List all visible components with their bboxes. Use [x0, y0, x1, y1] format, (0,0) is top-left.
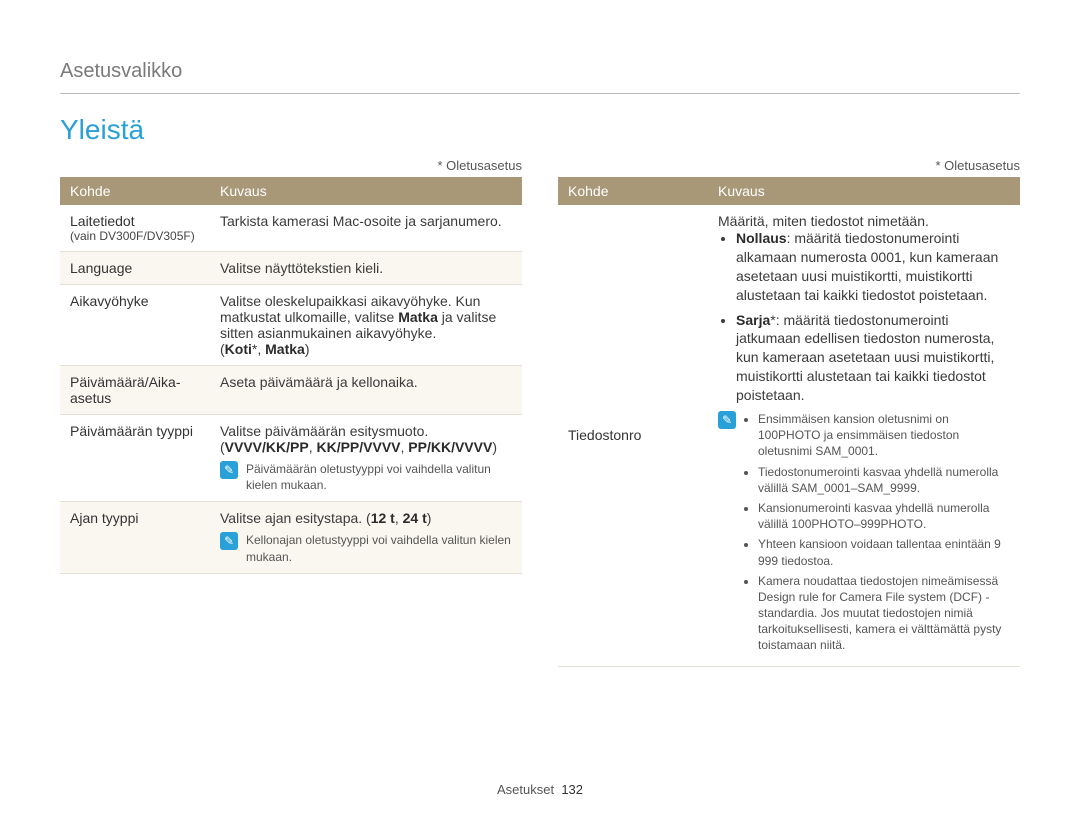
intro-text: Määritä, miten tiedostot nimetään.	[718, 213, 1010, 229]
page-title: Yleistä	[60, 114, 1020, 146]
sep: ,	[257, 341, 265, 357]
row-label: Ajan tyyppi	[60, 502, 210, 573]
note-icon	[718, 411, 736, 429]
note-text: Kellonajan oletustyyppi voi vaihdella va…	[246, 532, 512, 564]
breadcrumb: Asetusvalikko	[60, 60, 1020, 83]
text: Valitse ajan esitystapa. (	[220, 510, 371, 526]
option: 12 t	[371, 510, 395, 526]
footer-page: 132	[561, 782, 583, 797]
settings-table-left: Kohde Kuvaus Laitetiedot (vain DV300F/DV…	[60, 177, 522, 574]
footer: Asetukset 132	[0, 782, 1080, 797]
option: Koti	[225, 341, 252, 357]
row-value: Tarkista kamerasi Mac-osoite ja sarjanum…	[210, 205, 522, 252]
text: : määritä tiedostonumerointi jatkumaan e…	[736, 312, 994, 404]
row-value: Valitse näyttötekstien kieli.	[210, 252, 522, 285]
note-list: Ensimmäisen kansion oletusnimi on 100PHO…	[744, 411, 1010, 658]
sep: ,	[395, 510, 403, 526]
note-item: Ensimmäisen kansion oletusnimi on 100PHO…	[758, 411, 1010, 460]
default-note-right: * Oletusasetus	[558, 158, 1020, 173]
option: VVVV/KK/PP	[225, 439, 309, 455]
row-label-sub: (vain DV300F/DV305F)	[70, 229, 200, 243]
options-close: )	[305, 341, 310, 357]
text: )	[427, 510, 432, 526]
list-item: Nollaus: määritä tiedostonumerointi alka…	[736, 229, 1010, 305]
row-label: Aikavyöhyke	[60, 285, 210, 366]
note-item: Tiedostonumerointi kasvaa yhdellä numero…	[758, 464, 1010, 496]
row-value: Valitse ajan esitystapa. (12 t, 24 t) Ke…	[210, 502, 522, 573]
note-icon	[220, 532, 238, 550]
row-value: Määritä, miten tiedostot nimetään. Nolla…	[708, 205, 1020, 666]
options-close: )	[492, 439, 497, 455]
row-label: Language	[60, 252, 210, 285]
note-item: Yhteen kansioon voidaan tallentaa enintä…	[758, 536, 1010, 568]
note-item: Kansionumerointi kasvaa yhdellä numeroll…	[758, 500, 1010, 532]
table-row: Aikavyöhyke Valitse oleskelupaikkasi aik…	[60, 285, 522, 366]
note-icon	[220, 461, 238, 479]
row-value: Aseta päivämäärä ja kellonaika.	[210, 366, 522, 415]
row-value: Valitse päivämäärän esitysmuoto. (VVVV/K…	[210, 415, 522, 502]
note-text: Päivämäärän oletustyyppi voi vaihdella v…	[246, 461, 512, 493]
option: Matka	[265, 341, 305, 357]
table-row: Language Valitse näyttötekstien kieli.	[60, 252, 522, 285]
option-label: Nollaus	[736, 230, 787, 246]
th-kuvaus: Kuvaus	[708, 177, 1020, 205]
option-label: Sarja	[736, 312, 770, 328]
option: 24 t	[403, 510, 427, 526]
option: PP/KK/VVVV	[408, 439, 492, 455]
option: KK/PP/VVVV	[316, 439, 400, 455]
row-label: Päivämäärä/Aika-asetus	[60, 366, 210, 415]
divider	[60, 93, 1020, 94]
note-item: Kamera noudattaa tiedostojen nimeämisess…	[758, 573, 1010, 654]
row-value: Valitse oleskelupaikkasi aikavyöhyke. Ku…	[210, 285, 522, 366]
row-label: Päivämäärän tyyppi	[60, 415, 210, 502]
bold-text: Matka	[398, 309, 438, 325]
text: Valitse päivämäärän esitysmuoto.	[220, 423, 512, 439]
default-note-left: * Oletusasetus	[60, 158, 522, 173]
table-row: Päivämäärän tyyppi Valitse päivämäärän e…	[60, 415, 522, 502]
settings-table-right: Kohde Kuvaus Tiedostonro Määritä, miten …	[558, 177, 1020, 667]
th-kohde: Kohde	[60, 177, 210, 205]
row-label: Tiedostonro	[558, 205, 708, 666]
row-label: Laitetiedot	[70, 213, 200, 229]
th-kohde: Kohde	[558, 177, 708, 205]
table-row: Päivämäärä/Aika-asetus Aseta päivämäärä …	[60, 366, 522, 415]
table-row: Ajan tyyppi Valitse ajan esitystapa. (12…	[60, 502, 522, 573]
list-item: Sarja*: määritä tiedostonumerointi jatku…	[736, 311, 1010, 405]
th-kuvaus: Kuvaus	[210, 177, 522, 205]
table-row: Tiedostonro Määritä, miten tiedostot nim…	[558, 205, 1020, 666]
table-row: Laitetiedot (vain DV300F/DV305F) Tarkist…	[60, 205, 522, 252]
footer-section: Asetukset	[497, 782, 554, 797]
